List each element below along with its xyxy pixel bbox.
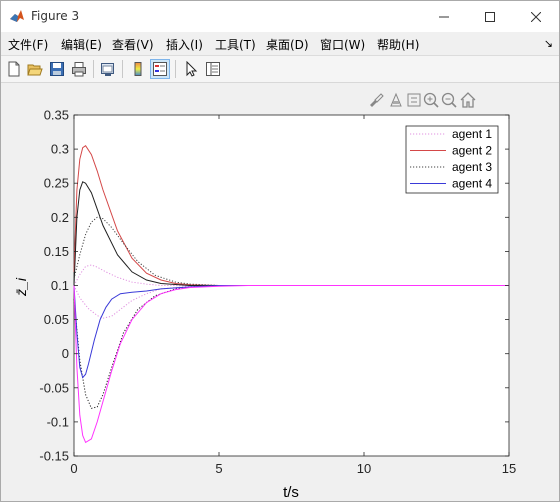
- y-tick-label: 0.35: [44, 108, 69, 123]
- x-tick-label: 0: [70, 461, 77, 476]
- x-tick-label: 15: [502, 461, 516, 476]
- y-tick-label: 0.1: [51, 278, 69, 293]
- home-icon[interactable]: [459, 91, 477, 109]
- x-tick-label: 10: [357, 461, 371, 476]
- x-tick-label: 5: [215, 461, 222, 476]
- y-axis-label: z̄_i: [13, 277, 29, 297]
- legend-label-agent-4: agent 4: [452, 177, 492, 191]
- brush-icon[interactable]: [367, 91, 385, 109]
- legend[interactable]: agent 1 agent 2 agent 3 agent 4: [405, 125, 499, 194]
- y-tick-label: -0.1: [47, 414, 69, 429]
- y-tick-label: 0.3: [51, 142, 69, 157]
- y-tick-label: 0.15: [44, 244, 69, 259]
- rotate-icon[interactable]: [405, 91, 423, 109]
- x-axis-label: t/s: [283, 484, 299, 501]
- legend-label-agent-2: agent 2: [452, 144, 492, 158]
- y-tick-label: 0: [62, 346, 69, 361]
- legend-label-agent-3: agent 3: [452, 160, 492, 174]
- data-tips-icon[interactable]: [387, 91, 405, 109]
- y-tick-label: 0.05: [44, 312, 69, 327]
- y-tick-label: -0.15: [39, 449, 69, 464]
- y-tick-label: 0.2: [51, 210, 69, 225]
- zoom-out-icon[interactable]: [440, 91, 458, 109]
- legend-label-agent-1: agent 1: [452, 127, 492, 141]
- plot-svg: 0 5 10 15 -0.15 -0.1 -0.05 0 0.05 0.1 0.15 0.2 0.25 0…: [13, 108, 516, 502]
- zoom-in-icon[interactable]: [422, 91, 440, 109]
- y-tick-label: -0.05: [39, 380, 69, 395]
- y-tick-label: 0.25: [44, 176, 69, 191]
